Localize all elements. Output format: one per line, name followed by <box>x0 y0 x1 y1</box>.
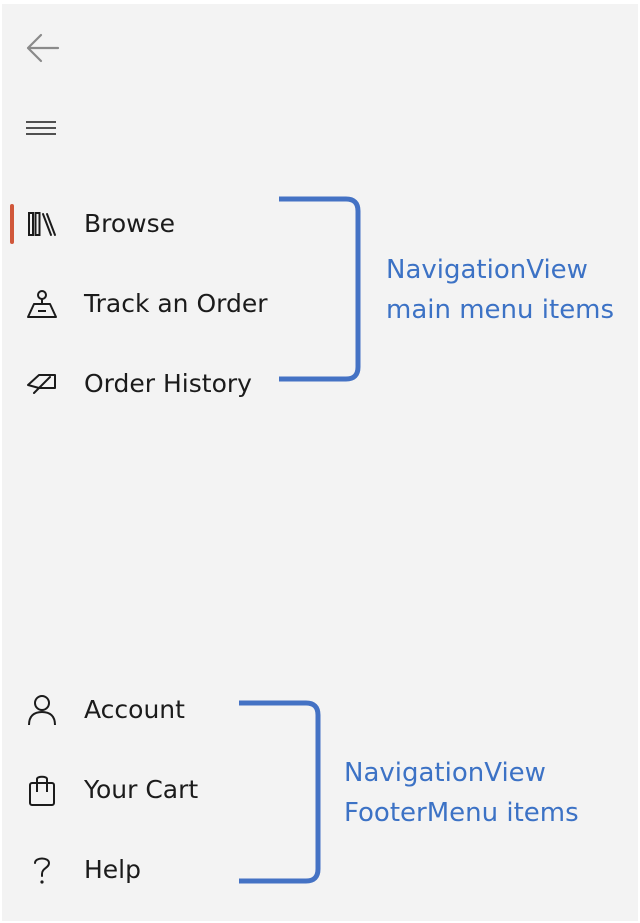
main-menu-bracket <box>279 196 361 382</box>
nav-item-help[interactable]: Help <box>10 842 270 898</box>
nav-item-label: Your Cart <box>84 775 199 804</box>
nav-item-label: Track an Order <box>84 289 268 318</box>
shopping-bag-icon <box>29 775 55 806</box>
footer-menu-annotation: NavigationView FooterMenu items <box>344 753 579 833</box>
tag-icon <box>27 374 56 394</box>
library-icon <box>28 212 56 236</box>
annotation-line: main menu items <box>386 295 615 325</box>
footer-menu-bracket <box>239 700 321 884</box>
help-icon <box>34 857 51 884</box>
annotation-line: FooterMenu items <box>344 798 579 828</box>
nav-item-browse[interactable]: Browse <box>10 196 270 252</box>
hamburger-icon <box>26 121 56 135</box>
back-button[interactable] <box>22 28 62 68</box>
nav-item-label: Account <box>84 695 185 724</box>
nav-item-label: Browse <box>84 209 176 238</box>
nav-item-account[interactable]: Account <box>10 682 270 738</box>
nav-item-order-history[interactable]: Order History <box>10 356 270 412</box>
nav-item-label: Help <box>84 855 141 884</box>
main-menu-annotation: NavigationView main menu items <box>386 250 614 330</box>
nav-item-label: Order History <box>84 369 252 398</box>
annotation-line: NavigationView <box>344 758 546 788</box>
delivery-icon <box>27 290 57 318</box>
selection-indicator <box>10 204 14 244</box>
nav-item-your-cart[interactable]: Your Cart <box>10 762 270 818</box>
annotation-line: NavigationView <box>386 255 588 285</box>
pane-toggle-button[interactable] <box>22 108 62 148</box>
person-icon <box>28 695 56 726</box>
nav-item-track-an-order[interactable]: Track an Order <box>10 276 270 332</box>
back-arrow-icon <box>26 33 60 63</box>
